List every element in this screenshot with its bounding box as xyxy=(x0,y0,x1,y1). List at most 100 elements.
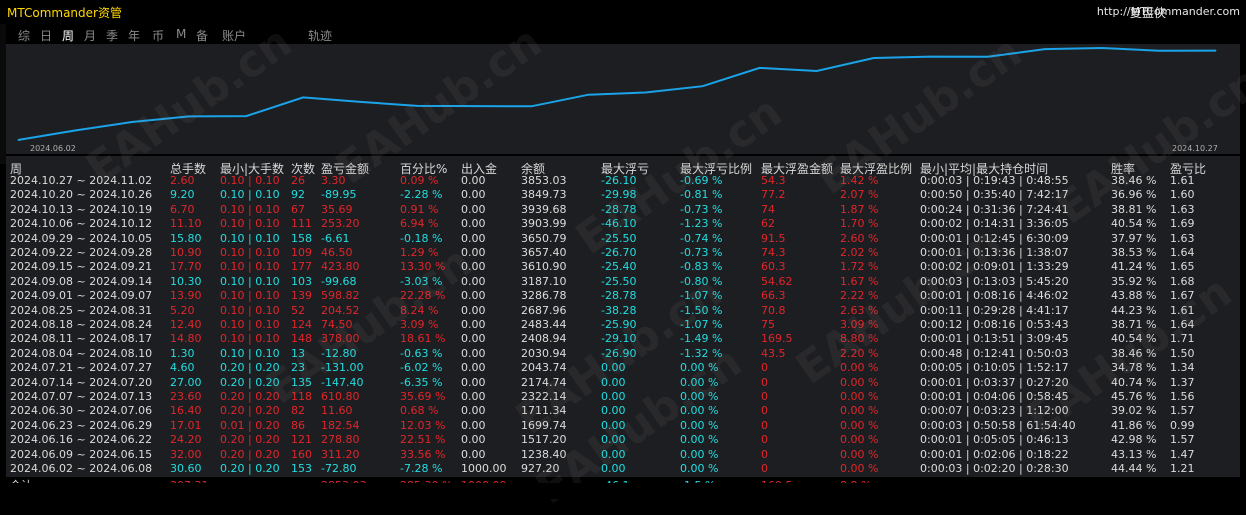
cell-mfl: 0.00 xyxy=(601,418,626,432)
table-row[interactable]: 2024.09.15 ~ 2024.09.21 17.70 0.10 | 0.10 1… xyxy=(6,260,1240,274)
table-row[interactable]: 2024.06.23 ~ 2024.06.29 17.01 0.01 | 0.20 8… xyxy=(6,419,1240,433)
tab-3[interactable]: 月 xyxy=(84,27,96,44)
table-row[interactable]: 2024.06.09 ~ 2024.06.15 32.00 0.20 | 0.20 1… xyxy=(6,448,1240,462)
cell-lots: 24.20 xyxy=(170,433,202,447)
cell-mfl: -38.28 xyxy=(601,303,637,317)
tab-0[interactable]: 综 xyxy=(18,27,30,44)
brand-url-link[interactable]: http://MTCommander.com xyxy=(1097,5,1240,18)
cell-hold: 0:00:01 | 0:02:06 | 0:18:22 xyxy=(920,447,1069,461)
cell-count: 52 xyxy=(291,303,305,317)
cell-mfgp: 0.00 % xyxy=(840,418,879,432)
table-row[interactable]: 2024.09.01 ~ 2024.09.07 13.90 0.10 | 0.10 1… xyxy=(6,289,1240,303)
cell-mflp: 0.00 % xyxy=(680,418,719,432)
cell-bal: 3610.90 xyxy=(521,260,567,274)
cell-bal: 1517.20 xyxy=(521,433,567,447)
table-row[interactable]: 2024.07.07 ~ 2024.07.13 23.60 0.20 | 0.20 1… xyxy=(6,390,1240,404)
table-row[interactable]: 2024.09.29 ~ 2024.10.05 15.80 0.10 | 0.10 1… xyxy=(6,232,1240,246)
table-row[interactable]: 2024.09.08 ~ 2024.09.14 10.30 0.10 | 0.10 1… xyxy=(6,275,1240,289)
table-row[interactable]: 2024.06.16 ~ 2024.06.22 24.20 0.20 | 0.20 1… xyxy=(6,433,1240,447)
cell-mfgp: 0.00 % xyxy=(840,390,879,403)
cell-win: 36.96 % xyxy=(1111,188,1157,202)
tab-9[interactable]: 账户 xyxy=(222,27,246,44)
cell-pl: -12.80 xyxy=(321,346,357,360)
cell-bal: 2483.44 xyxy=(521,318,567,331)
tab-10[interactable]: 轨迹 xyxy=(308,27,332,44)
cell-flow: 0.00 xyxy=(461,318,486,331)
table-row[interactable]: 2024.10.27 ~ 2024.11.02 2.60 0.10 | 0.10 26… xyxy=(6,174,1240,188)
tab-2[interactable]: 周 xyxy=(62,27,74,44)
cell-minmax: 0.20 | 0.20 xyxy=(220,433,280,447)
table-row[interactable]: 2024.10.06 ~ 2024.10.12 11.10 0.10 | 0.10 1… xyxy=(6,217,1240,231)
cell-week: 2024.06.16 ~ 2024.06.22 xyxy=(10,433,153,447)
tab-6[interactable]: 币 xyxy=(152,27,164,44)
cell-mflp: -1.50 % xyxy=(680,303,723,317)
cell-hold: 0:00:01 | 0:08:16 | 4:46:02 xyxy=(920,289,1069,303)
cell-week: 2024.07.21 ~ 2024.07.27 xyxy=(10,361,153,375)
cell-pl: -147.40 xyxy=(321,375,364,389)
table-row[interactable]: 2024.10.13 ~ 2024.10.19 6.70 0.10 | 0.10 67… xyxy=(6,203,1240,217)
cell-flow: 0.00 xyxy=(461,303,486,317)
cell-hold: 0:00:01 | 0:04:06 | 0:58:45 xyxy=(920,390,1069,403)
cell-count: 153 xyxy=(291,462,312,475)
cell-mfl: 0.00 xyxy=(601,404,626,418)
cell-bal: 2030.94 xyxy=(521,346,567,360)
cell-mfgp: 8.80 % xyxy=(840,332,879,346)
cell-week: 2024.10.20 ~ 2024.10.26 xyxy=(10,188,153,202)
cell-bal: 2043.74 xyxy=(521,361,567,375)
cell-week: 2024.08.18 ~ 2024.08.24 xyxy=(10,318,153,331)
table-row[interactable]: 2024.06.02 ~ 2024.06.08 30.60 0.20 | 0.20 1… xyxy=(6,462,1240,476)
balance-point-17 xyxy=(1044,48,1046,50)
cell-hold: 0:00:02 | 0:14:31 | 3:36:05 xyxy=(920,217,1069,231)
cell-minmax: 0.10 | 0.10 xyxy=(220,289,280,303)
cell-mfg: 0 xyxy=(761,433,768,447)
cell-mfgp: 2.07 % xyxy=(840,188,879,202)
cell-mfg: 75 xyxy=(761,318,775,331)
cell-mfl: -26.90 xyxy=(601,346,637,360)
cell-flow: 0.00 xyxy=(461,217,486,231)
tab-8[interactable]: 备 xyxy=(196,27,208,44)
cell-win: 40.54 % xyxy=(1111,332,1157,346)
cell-minmax: 0.10 | 0.10 xyxy=(220,246,280,259)
balance-point-16 xyxy=(987,56,989,58)
cell-count: 13 xyxy=(291,346,305,360)
cell-pl: 46.50 xyxy=(321,246,353,259)
cell-win: 38.53 % xyxy=(1111,246,1157,259)
x-end-label: 2024.10.27 xyxy=(1172,144,1218,153)
cell-week: 2024.07.14 ~ 2024.07.20 xyxy=(10,375,153,389)
tab-5[interactable]: 年 xyxy=(128,27,140,44)
cell-pct: -6.02 % xyxy=(400,361,443,375)
table-row[interactable]: 2024.08.18 ~ 2024.08.24 12.40 0.10 | 0.10 1… xyxy=(6,318,1240,332)
tab-7[interactable]: M xyxy=(176,27,186,41)
cell-bal: 3286.78 xyxy=(521,289,567,303)
cell-mfgp: 1.87 % xyxy=(840,202,879,216)
balance-point-1 xyxy=(74,130,76,131)
cell-flow: 0.00 xyxy=(461,274,486,288)
table-row[interactable]: 2024.06.30 ~ 2024.07.06 16.40 0.20 | 0.20 8… xyxy=(6,404,1240,418)
table-row[interactable]: 2024.07.21 ~ 2024.07.27 4.60 0.20 | 0.20 23… xyxy=(6,361,1240,375)
cell-win: 44.44 % xyxy=(1111,462,1157,475)
cell-pct: 22.28 % xyxy=(400,289,446,303)
table-row[interactable]: 2024.08.04 ~ 2024.08.10 1.30 0.10 | 0.10 13… xyxy=(6,347,1240,361)
cell-count: 26 xyxy=(291,174,305,187)
cell-bal: 3853.03 xyxy=(521,174,567,187)
cell-minmax: 0.10 | 0.10 xyxy=(220,174,280,187)
table-row[interactable]: 2024.10.20 ~ 2024.10.26 9.20 0.10 | 0.10 92… xyxy=(6,188,1240,202)
cell-flow: 0.00 xyxy=(461,375,486,389)
cell-count: 111 xyxy=(291,217,312,231)
cell-win: 41.86 % xyxy=(1111,418,1157,432)
cell-minmax: 0.10 | 0.10 xyxy=(220,318,280,331)
cell-mflp: -1.07 % xyxy=(680,289,723,303)
cell-mfl: -25.90 xyxy=(601,318,637,331)
cell-minmax: 0.10 | 0.10 xyxy=(220,332,280,346)
cell-win: 34.78 % xyxy=(1111,361,1157,375)
cell-pl: 378.00 xyxy=(321,332,360,346)
cell-lots: 16.40 xyxy=(170,404,202,418)
cell-lots: 5.20 xyxy=(170,303,195,317)
table-row[interactable]: 2024.08.25 ~ 2024.08.31 5.20 0.10 | 0.10 52… xyxy=(6,304,1240,318)
table-row[interactable]: 2024.08.11 ~ 2024.08.17 14.80 0.10 | 0.10 1… xyxy=(6,332,1240,346)
balance-point-6 xyxy=(359,101,361,103)
table-row[interactable]: 2024.09.22 ~ 2024.09.28 10.90 0.10 | 0.10 1… xyxy=(6,246,1240,260)
tab-4[interactable]: 季 xyxy=(106,27,118,44)
tab-1[interactable]: 日 xyxy=(40,27,52,44)
table-row[interactable]: 2024.07.14 ~ 2024.07.20 27.00 0.20 | 0.20 1… xyxy=(6,376,1240,390)
